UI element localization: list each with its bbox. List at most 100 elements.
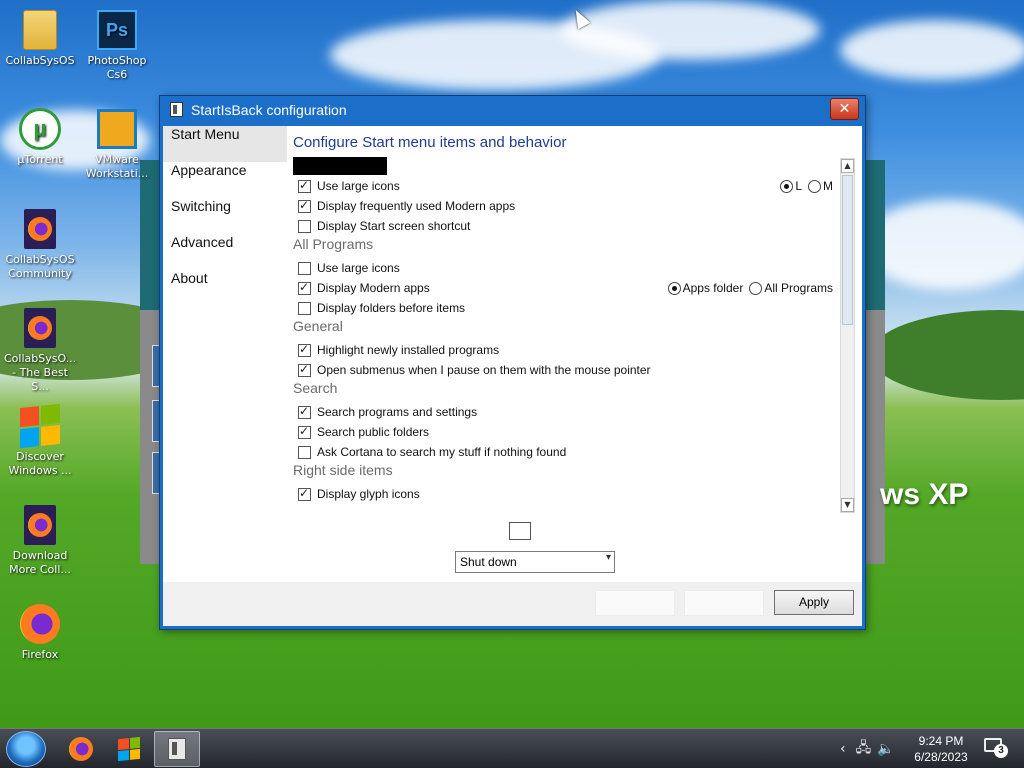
setting-label[interactable]: Use large icons [317, 261, 400, 275]
chevron-left-icon[interactable]: ‹ [840, 741, 846, 757]
taskbar-clock[interactable]: 9:24 PM 6/28/2023 [908, 733, 974, 765]
nav-item-start-menu[interactable]: Start Menu [163, 126, 287, 162]
setting-checkbox[interactable] [298, 301, 311, 315]
setting-checkbox[interactable] [298, 445, 311, 459]
radio-option[interactable]: M [808, 179, 833, 193]
windows-logo-icon [118, 736, 140, 762]
setting-label[interactable]: Search public folders [317, 425, 429, 439]
clock-date: 6/28/2023 [914, 750, 968, 764]
desktop-icon-download-more[interactable]: Download More Coll... [0, 503, 80, 577]
setting-label[interactable]: Search programs and settings [317, 405, 477, 419]
clock-time: 9:24 PM [918, 734, 964, 748]
setting-checkbox[interactable] [298, 280, 311, 295]
setting-label[interactable]: Use large icons [317, 179, 400, 193]
desktop-icon-collabsysos[interactable]: CollabSysOS [0, 8, 80, 68]
redacted-block [293, 157, 387, 175]
radio-button[interactable] [667, 281, 681, 295]
settings-row: Highlight newly installed programs [293, 340, 833, 360]
volume-muted-icon[interactable]: 🔈 [877, 741, 894, 757]
ok-button[interactable] [595, 590, 675, 616]
setting-checkbox[interactable] [298, 261, 311, 275]
settings-row: Open submenus when I pause on them with … [293, 360, 833, 380]
settings-group-heading: Right side items [293, 462, 393, 478]
radio-group: LM [774, 176, 833, 196]
page-title: Configure Start menu items and behavior [293, 134, 567, 151]
setting-label[interactable]: Display glyph icons [317, 487, 420, 501]
taskbar: ‹ 🖧 🔈 9:24 PM 6/28/2023 3 [0, 728, 1024, 768]
radio-option[interactable]: L [780, 179, 802, 193]
setting-checkbox[interactable] [298, 404, 311, 419]
setting-label[interactable]: Display folders before items [317, 301, 465, 315]
setting-label[interactable]: Highlight newly installed programs [317, 343, 499, 357]
desktop-icon-discover-windows[interactable]: Discover Windows ... [0, 403, 80, 478]
settings-row: Display Start screen shortcut [293, 216, 833, 236]
wallpaper-text: ws XP [880, 478, 969, 511]
setting-label[interactable]: Display Modern apps [317, 281, 430, 295]
desktop-icon-photoshop[interactable]: Ps PhotoShop Cs6 [77, 8, 157, 82]
setting-label[interactable]: Display Start screen shortcut [317, 219, 470, 233]
apply-button[interactable]: Apply [774, 590, 854, 615]
setting-checkbox[interactable] [298, 219, 311, 233]
desktop-icon-label: Discover Windows ... [8, 450, 72, 477]
radio-option[interactable]: All Programs [749, 281, 833, 295]
settings-row: Use large icons [293, 258, 833, 278]
action-center-button[interactable]: 3 [984, 738, 1008, 758]
nav-item-advanced[interactable]: Advanced [163, 234, 287, 270]
desktop-icon-utorrent[interactable]: µ µTorrent [0, 107, 80, 167]
network-icon[interactable]: 🖧 [856, 737, 872, 761]
desktop-icon-label: PhotoShop Cs6 [87, 54, 147, 81]
close-button[interactable]: ✕ [830, 98, 859, 120]
window-title: StartIsBack configuration [191, 102, 347, 118]
scrollbar-thumb[interactable] [842, 175, 853, 325]
setting-checkbox[interactable] [298, 342, 311, 357]
taskbar-windows-explorer[interactable] [106, 731, 152, 767]
taskbar-startisback[interactable] [154, 731, 200, 767]
desktop-icon-collabsysos-community[interactable]: CollabSysOS Community [0, 207, 80, 281]
cancel-button[interactable] [684, 590, 764, 616]
settings-row: Ask Cortana to search my stuff if nothin… [293, 442, 833, 462]
utorrent-icon: µ [19, 108, 61, 150]
desktop-icon-label: Download More Coll... [9, 549, 71, 576]
radio-button[interactable] [780, 179, 794, 193]
firefox-document-icon [24, 505, 56, 545]
nav-item-appearance[interactable]: Appearance [163, 162, 287, 198]
start-button[interactable] [6, 731, 46, 767]
scroll-up-arrow-icon[interactable]: ▲ [841, 159, 854, 173]
desktop-icon-label: µTorrent [17, 153, 63, 166]
scroll-down-arrow-icon[interactable]: ▼ [841, 498, 854, 512]
folder-icon [23, 10, 57, 50]
radio-group: Apps folder All Programs [662, 278, 833, 298]
power-button-dropdown[interactable]: Shut down ▾ [455, 551, 615, 573]
setting-checkbox[interactable] [298, 198, 311, 213]
title-bar[interactable]: StartIsBack configuration ✕ [160, 96, 865, 124]
radio-option[interactable]: Apps folder [667, 281, 743, 295]
setting-checkbox[interactable] [298, 178, 311, 193]
settings-row: Search public folders [293, 422, 833, 442]
desktop-icon-vmware[interactable]: VMware Workstati... [77, 107, 157, 181]
setting-label[interactable]: Display frequently used Modern apps [317, 199, 515, 213]
nav-item-about[interactable]: About [163, 270, 287, 306]
nav-item-switching[interactable]: Switching [163, 198, 287, 234]
setting-checkbox[interactable] [298, 424, 311, 439]
radio-button[interactable] [749, 281, 763, 295]
desktop-icon-firefox[interactable]: Firefox [0, 602, 80, 662]
settings-group-heading: Search [293, 380, 338, 396]
radio-label: L [795, 179, 802, 193]
setting-checkbox[interactable] [298, 362, 311, 377]
settings-panel: Configure Start menu items and behavior … [287, 126, 862, 582]
radio-button[interactable] [808, 179, 821, 193]
vertical-scrollbar[interactable]: ▲ ▼ [840, 158, 855, 513]
taskbar-firefox[interactable] [58, 731, 104, 767]
settings-row: Display glyph icons [293, 484, 833, 504]
settings-row: Display frequently used Modern apps [293, 196, 833, 216]
windows-logo-icon [20, 403, 60, 449]
desktop-icon-label: CollabSysOS Community [5, 253, 75, 280]
setting-label[interactable]: Open submenus when I pause on them with … [317, 363, 651, 377]
desktop-icon-collabsyso-best[interactable]: CollabSysO... - The Best S... [0, 306, 80, 394]
setting-label[interactable]: Ask Cortana to search my stuff if nothin… [317, 445, 566, 459]
radio-label: All Programs [764, 281, 833, 295]
settings-list: Use large icons LM Display frequently used… [293, 176, 833, 504]
desktop-icon-label: Firefox [21, 648, 59, 661]
startisback-config-window: StartIsBack configuration ✕ Start Menu A… [159, 95, 866, 630]
setting-checkbox[interactable] [298, 486, 311, 501]
